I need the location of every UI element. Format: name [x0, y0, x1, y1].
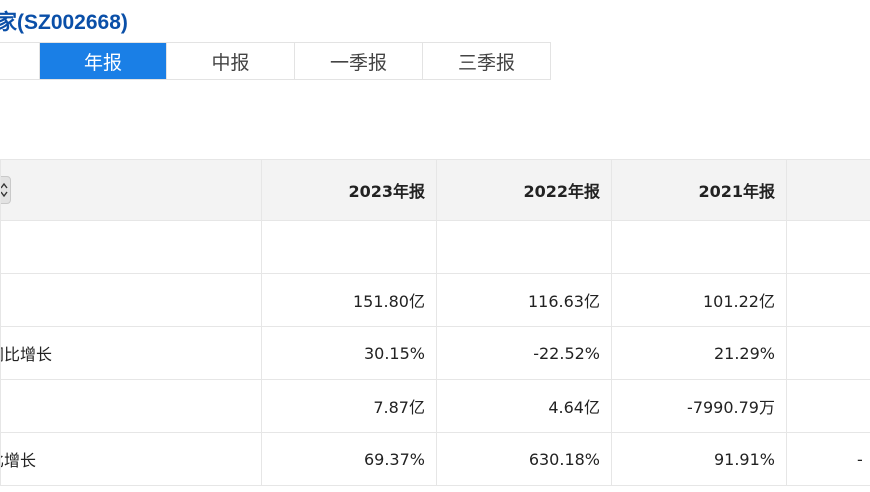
table-cell	[786, 326, 870, 380]
column-header-indicator	[0, 159, 262, 221]
table-header-row: 2023年报 2022年报 2021年报	[0, 159, 870, 221]
table-cell: 4.64亿	[436, 379, 612, 433]
table-row: 7.87亿 4.64亿 -7990.79万	[0, 379, 870, 433]
row-label: 同比增长	[0, 326, 262, 380]
table-cell	[436, 220, 612, 274]
table-row	[0, 220, 870, 274]
table-cell: -7990.79万	[611, 379, 787, 433]
stock-title: 家(SZ002668)	[0, 11, 128, 34]
report-period-tabs: 年报 中报 一季报 三季报	[0, 42, 551, 80]
tab-interim[interactable]: 中报	[167, 43, 295, 79]
tab-partial[interactable]	[0, 43, 40, 79]
table-cell: -	[786, 432, 870, 486]
table-row: 151.80亿 116.63亿 101.22亿	[0, 273, 870, 327]
table-cell: 7.87亿	[261, 379, 437, 433]
table-cell	[261, 220, 437, 274]
row-label	[0, 220, 262, 274]
financial-report-page: 家(SZ002668) 年报 中报 一季报 三季报 2023年报 2022年报 …	[0, 0, 870, 492]
column-header-2021[interactable]: 2021年报	[611, 159, 787, 221]
table-row: 同比增长 30.15% -22.52% 21.29%	[0, 326, 870, 380]
table-cell: 30.15%	[261, 326, 437, 380]
row-label	[0, 273, 262, 327]
tab-q3[interactable]: 三季报	[423, 43, 550, 79]
financial-table: 2023年报 2022年报 2021年报 151.80亿 116.63亿 101…	[0, 159, 870, 486]
row-label: 比增长	[0, 432, 262, 486]
table-cell: -22.52%	[436, 326, 612, 380]
table-cell	[786, 273, 870, 327]
table-cell: 21.29%	[611, 326, 787, 380]
tab-q1[interactable]: 一季报	[295, 43, 423, 79]
column-header-2022[interactable]: 2022年报	[436, 159, 612, 221]
column-header-2023[interactable]: 2023年报	[261, 159, 437, 221]
sort-arrows-icon	[1, 183, 8, 197]
tab-annual[interactable]: 年报	[40, 43, 167, 79]
sort-toggle-button[interactable]	[1, 176, 11, 204]
table-row: 比增长 69.37% 630.18% 91.91% -	[0, 432, 870, 486]
table-cell	[786, 220, 870, 274]
table-cell: 151.80亿	[261, 273, 437, 327]
table-cell: 69.37%	[261, 432, 437, 486]
table-cell	[611, 220, 787, 274]
table-cell: 91.91%	[611, 432, 787, 486]
table-cell: 116.63亿	[436, 273, 612, 327]
row-label	[0, 379, 262, 433]
table-cell: 630.18%	[436, 432, 612, 486]
financial-table-container: 2023年报 2022年报 2021年报 151.80亿 116.63亿 101…	[0, 159, 870, 486]
table-cell: 101.22亿	[611, 273, 787, 327]
column-header-more[interactable]	[786, 159, 870, 221]
table-cell	[786, 379, 870, 433]
